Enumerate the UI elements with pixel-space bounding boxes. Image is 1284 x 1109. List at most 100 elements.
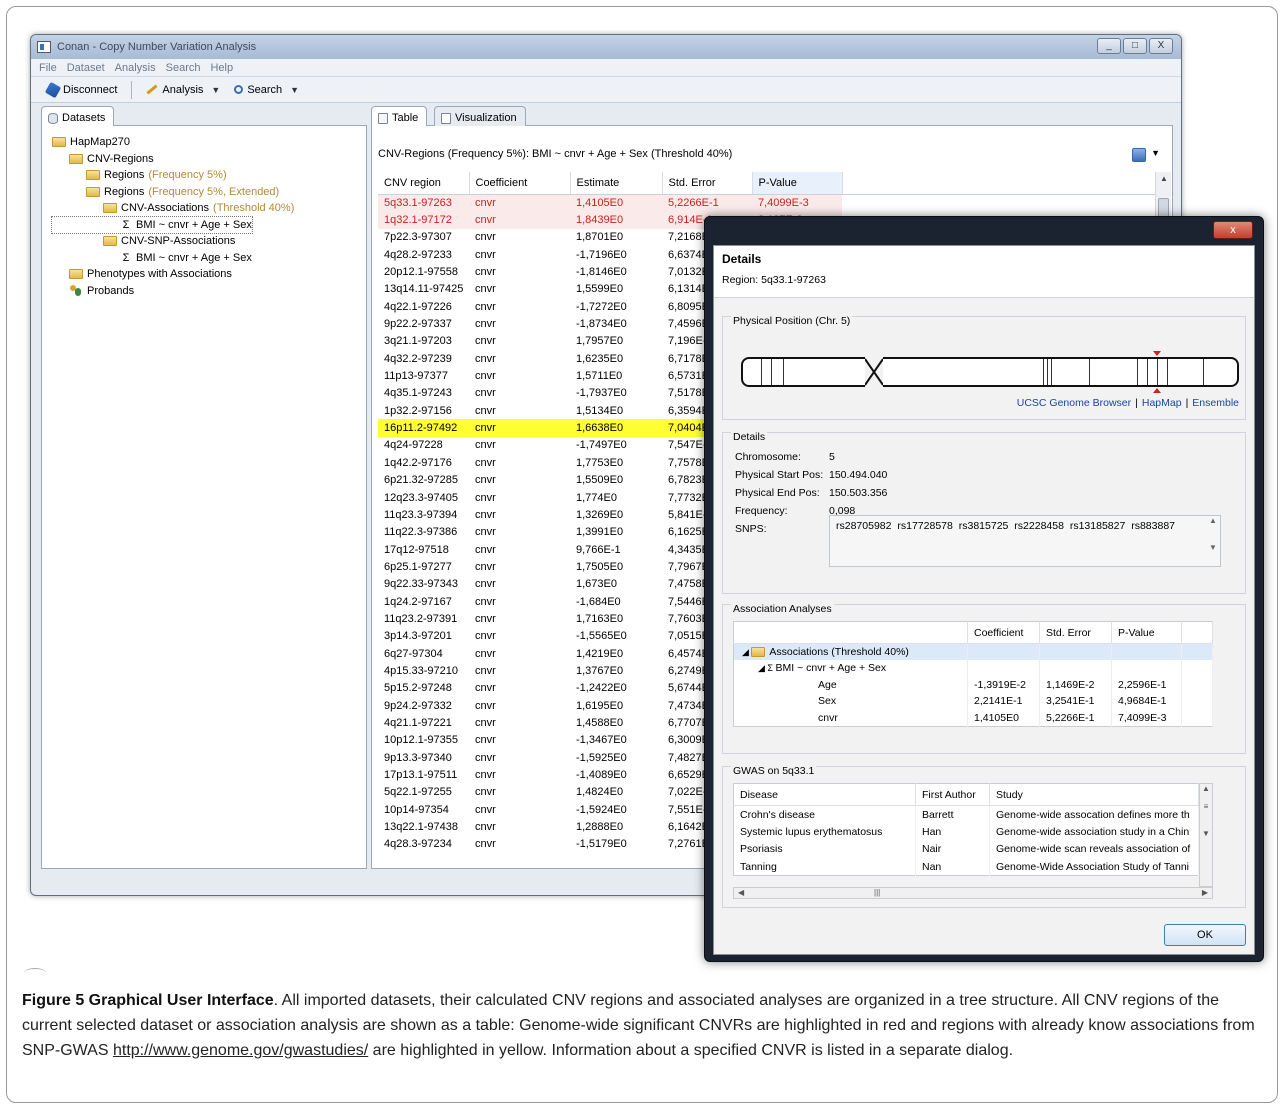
dialog-body: Details Region: 5q33.1-97263 Physical Po… [713,245,1255,955]
table-cell: 5p15.2-97248 [384,682,452,695]
assoc-row[interactable]: cnvr 1,4105E0 5,2266E-1 7,4099E-3 [733,709,1213,726]
ucsc-link[interactable]: UCSC Genome Browser [1017,397,1131,409]
table-cell: 1,774E0 [576,491,617,504]
table-cell: -1,5179E0 [576,838,627,851]
menu-search[interactable]: Search [166,62,201,74]
table-cell: 7,4099E-3 [752,194,842,212]
table-header-row: CNV region Coefficient Estimate Std. Err… [378,172,1158,195]
scroll-up-icon[interactable]: ▲ [1156,174,1172,183]
sigma-icon: Σ [122,251,130,264]
assoc-column-header[interactable] [733,621,968,644]
search-icon [234,85,244,94]
chevron-down-icon[interactable]: ▼ [1151,148,1160,158]
assoc-row[interactable]: Age -1,3919E-2 1,1469E-2 2,2596E-1 [733,676,1213,693]
menu-dataset[interactable]: Dataset [67,62,105,74]
disconnect-button[interactable]: Disconnect [43,81,121,98]
assoc-row[interactable]: ◢ Σ BMI ~ cnvr + Age + Sex [733,660,1213,677]
caption-link[interactable]: http://www.genome.gov/gwastudies/ [113,1042,368,1059]
table-cell: cnvr [475,404,496,417]
gwas-row[interactable]: Systemic lupus erythematosus Han Genome-wi… [733,823,1199,841]
gwas-row[interactable]: Tanning Nan Genome-Wide Association Study … [733,858,1199,876]
tree-node[interactable]: Regions (Frequency 5%, Extended) [52,184,294,201]
tree-node[interactable]: CNV-Associations (Threshold 40%) [52,200,294,217]
table-cell: cnvr [475,456,496,469]
gwas-row[interactable]: Crohn's disease Barrett Genome-wide assoca… [733,805,1199,823]
column-header[interactable]: Estimate [570,172,663,195]
menu-help[interactable]: Help [210,62,233,74]
details-group: Details Chromosome: 5 Physical Start Pos:… [722,431,1246,594]
tree-node[interactable]: Phenotypes with Associations [52,266,294,283]
scroll-right-icon[interactable]: ▶ [1202,888,1208,897]
gwas-column-header[interactable]: Study [989,783,1199,806]
hapmap-link[interactable]: HapMap [1142,397,1182,409]
tree-node-label: CNV-Regions [87,152,154,165]
assoc-row[interactable]: ◢ Associations (Threshold 40%) [733,643,1213,660]
maximize-button[interactable]: □ [1123,38,1147,54]
dialog-close-button[interactable]: x [1213,221,1253,239]
assoc-name-cell: ◢ Associations (Threshold 40%) [733,643,968,660]
column-header[interactable]: Coefficient [469,172,571,195]
position-marker-icon [1153,351,1161,356]
band [1147,359,1148,385]
gwas-vertical-scrollbar[interactable]: ▲ ≡ ▼ [1199,783,1213,887]
analysis-dropdown[interactable]: Analysis ▼ [142,82,224,98]
assoc-column-header[interactable]: Std. Error [1039,621,1112,644]
table-cell: 1,3269E0 [576,508,624,521]
ensemble-link[interactable]: Ensemble [1192,397,1239,409]
gwas-horizontal-scrollbar[interactable]: ◀ ||| ▶ [733,887,1213,899]
tree-node[interactable]: Regions (Frequency 5%) [52,167,294,184]
column-header[interactable]: CNV region [378,172,470,195]
dataset-tree: HapMap270 CNV-Regions Regions (Frequency 5%… [51,134,294,300]
gwas-cell: Tanning [733,858,916,876]
table-cell: 13q22.1-97438 [384,821,459,834]
column-header[interactable]: P-Value [752,172,843,195]
tab-visualization[interactable]: Visualization [434,106,526,126]
column-header[interactable]: Std. Error [662,172,753,195]
table-icon [378,112,388,124]
assoc-column-header[interactable]: P-Value [1111,621,1182,644]
assoc-cell [1111,643,1182,660]
gwas-column-header[interactable]: Disease [733,783,916,806]
assoc-column-header[interactable]: Coefficient [967,621,1040,644]
tree-node[interactable]: Σ BMI ~ cnvr + Age + Sex [52,250,294,267]
assoc-name-cell: Age [733,676,968,693]
table-cell: -1,7497E0 [576,439,627,452]
menu-analysis[interactable]: Analysis [115,62,156,74]
menu-file[interactable]: File [39,62,57,74]
close-button[interactable]: X [1149,38,1173,54]
table-cell: 1,4105E0 [570,194,662,212]
sigma-icon: Σ [122,218,130,231]
tree-node[interactable]: Σ BMI ~ cnvr + Age + Sex [51,215,253,234]
ok-button[interactable]: OK [1164,924,1246,946]
table-cell: 1,2888E0 [576,821,624,834]
gwas-row[interactable]: Psoriasis Nair Genome-wide scan reveals as… [733,840,1199,858]
table-cell: -1,7272E0 [576,300,627,313]
expand-icon[interactable]: ◢ Σ [758,663,776,673]
tab-visualization-label: Visualization [455,112,517,124]
band [761,359,762,385]
expand-icon[interactable]: ◢ [742,647,751,657]
scroll-thumb[interactable]: ||| [874,888,880,897]
tab-datasets[interactable]: Datasets [41,106,115,126]
assoc-row[interactable]: Sex 2,2141E-1 3,2541E-1 4,9684E-1 [733,693,1213,710]
scroll-left-icon[interactable]: ◀ [738,888,744,897]
gwas-column-header[interactable]: First Author [915,783,990,806]
save-icon[interactable] [1132,148,1146,162]
table-cell: cnvr [475,664,496,677]
chevron-down-icon: ▼ [211,84,221,95]
tree-node[interactable]: CNV-SNP-Associations [52,233,294,250]
link-separator: | [1135,397,1138,409]
tree-node[interactable]: Probands [52,283,294,300]
minimize-button[interactable]: _ [1097,38,1121,54]
snps-list[interactable]: rs28705982 rs17728578 rs3815725 rs222845… [829,515,1221,567]
physical-position-label: Physical Position (Chr. 5) [731,315,853,327]
band [1137,359,1138,385]
gwas-cell: Genome-wide assocation defines more th [989,805,1199,823]
snps-scrollbar[interactable]: ▲ ▼ [1206,516,1220,566]
tree-node[interactable]: HapMap270 [52,134,294,151]
search-dropdown[interactable]: Search ▼ [230,82,303,98]
tree-node[interactable]: CNV-Regions [52,151,294,168]
table-row[interactable]: 5q33.1-97263 cnvr 1,4105E0 5,2266E-1 7,4099E… [378,194,1158,212]
table-cell: 1,6638E0 [570,419,662,437]
tab-table[interactable]: Table [371,106,428,126]
